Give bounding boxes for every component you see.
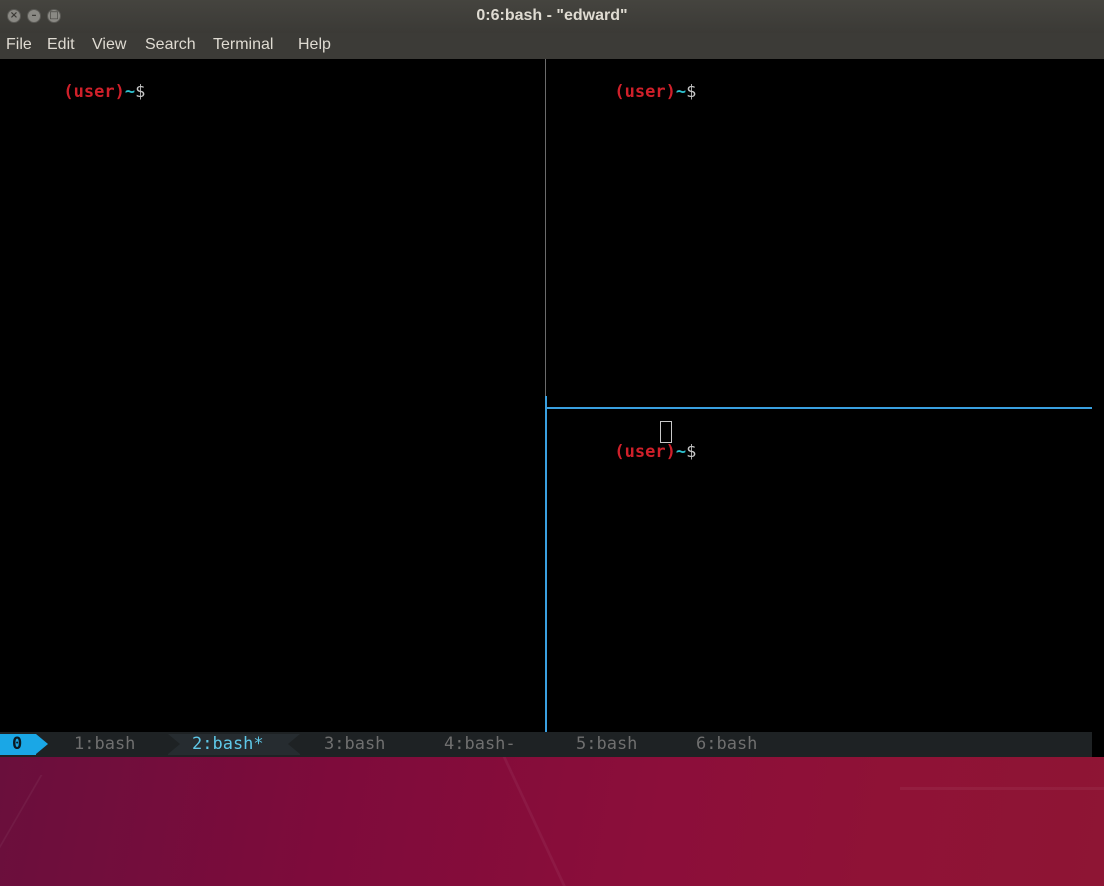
- tmux-status-bar: 0 1:bash 2:bash* 3:bash 4:bash- 5:bash 6…: [0, 732, 1092, 757]
- window-title: 0:6:bash - "edward": [476, 7, 628, 24]
- tmux-window-tab[interactable]: 1:bash: [74, 734, 135, 755]
- tmux-window-tab[interactable]: 4:bash-: [444, 734, 516, 755]
- prompt-user: (user): [614, 442, 676, 462]
- menu-search[interactable]: Search: [145, 36, 196, 54]
- tmux-window-tab-active[interactable]: 2:bash*: [192, 734, 264, 755]
- session-arrow-icon: [36, 734, 48, 754]
- menu-file[interactable]: File: [6, 36, 32, 54]
- prompt-dollar: $: [686, 82, 697, 102]
- tmux-window-tab[interactable]: 6:bash: [696, 734, 757, 755]
- terminal-scrollbar-gutter[interactable]: [1092, 59, 1104, 757]
- tmux-session-badge: 0: [0, 734, 36, 755]
- terminal-area[interactable]: (user)~$ (user)~$ (user)~$ 0 1:bash 2:ba…: [0, 59, 1092, 757]
- menu-view[interactable]: View: [92, 36, 126, 54]
- menu-help[interactable]: Help: [298, 36, 331, 54]
- terminal-window: × – □ 0:6:bash - "edward" File Edit View…: [0, 0, 1104, 757]
- desktop-wallpaper: [0, 757, 1104, 886]
- title-bar[interactable]: × – □ 0:6:bash - "edward": [0, 0, 1104, 33]
- prompt-dollar: $: [135, 82, 146, 102]
- prompt-dollar: $: [686, 442, 697, 462]
- pane-top-right-prompt: (user)~$: [553, 62, 696, 122]
- tmux-window-tab[interactable]: 5:bash: [576, 734, 637, 755]
- pane-bottom-right-prompt: (user)~$: [553, 422, 696, 482]
- terminal-cursor[interactable]: [660, 421, 672, 443]
- prompt-user: (user): [614, 82, 676, 102]
- chevron-right-icon: [168, 734, 180, 754]
- tmux-window-tab[interactable]: 3:bash: [324, 734, 385, 755]
- menu-edit[interactable]: Edit: [47, 36, 75, 54]
- active-pane-border-horizontal[interactable]: [545, 407, 1092, 409]
- pane-divider-vertical[interactable]: [545, 59, 546, 396]
- pane-left-prompt: (user)~$: [2, 62, 145, 122]
- prompt-tilde: ~: [675, 82, 687, 102]
- prompt-tilde: ~: [675, 442, 687, 462]
- prompt-user: (user): [63, 82, 125, 102]
- menu-terminal[interactable]: Terminal: [213, 36, 273, 54]
- prompt-tilde: ~: [124, 82, 136, 102]
- menu-bar: File Edit View Search Terminal Help: [0, 33, 1104, 59]
- chevron-left-icon: [288, 734, 300, 754]
- active-pane-border-vertical[interactable]: [545, 396, 547, 732]
